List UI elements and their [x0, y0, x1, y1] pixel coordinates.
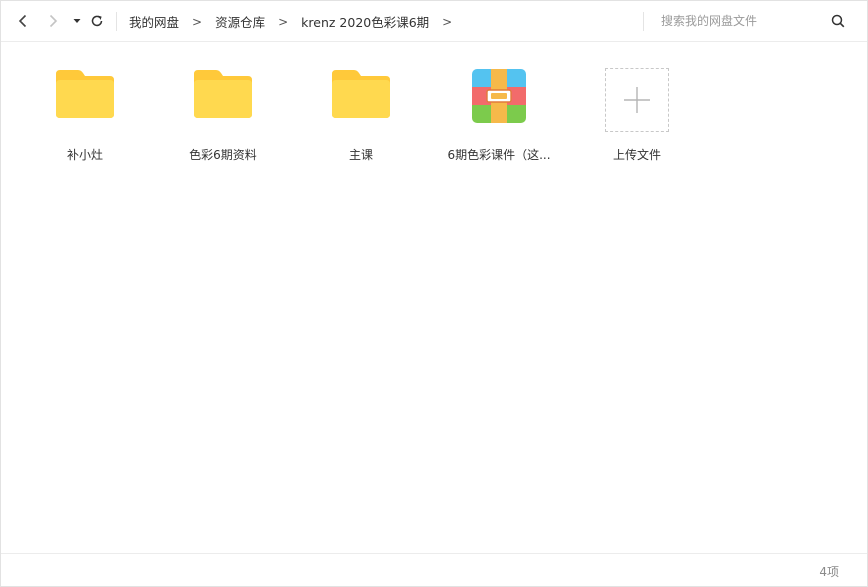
toolbar: 我的网盘 > 资源仓库 > krenz 2020色彩课6期 >: [1, 1, 867, 42]
chevron-right-icon: [49, 14, 58, 28]
breadcrumb-separator: >: [278, 14, 289, 29]
breadcrumb-item-resource-repo[interactable]: 资源仓库: [215, 12, 265, 31]
refresh-icon: [91, 15, 103, 27]
status-bar: 4项: [1, 553, 867, 586]
file-item-folder[interactable]: 补小灶: [25, 68, 145, 173]
file-label: 6期色彩课件（这...: [447, 148, 551, 162]
breadcrumb: 我的网盘 > 资源仓库 > krenz 2020色彩课6期 >: [129, 1, 465, 42]
file-label: 主课: [348, 148, 373, 162]
file-label: 补小灶: [66, 148, 103, 162]
folder-icon: [332, 70, 390, 118]
breadcrumb-item-my-drive[interactable]: 我的网盘: [129, 12, 179, 31]
plus-icon: [624, 87, 650, 113]
upload-dropzone[interactable]: [605, 68, 669, 132]
forward-button[interactable]: [43, 11, 63, 31]
breadcrumb-separator[interactable]: >: [442, 15, 452, 29]
back-button[interactable]: [13, 11, 33, 31]
file-label: 色彩6期资料: [189, 148, 257, 162]
toolbar-divider: [116, 12, 117, 31]
file-item-folder[interactable]: 主课: [301, 68, 421, 173]
archive-icon: [472, 69, 526, 123]
breadcrumb-item-current-folder[interactable]: krenz 2020色彩课6期: [301, 12, 429, 31]
history-dropdown-button[interactable]: [67, 11, 87, 31]
folder-icon: [56, 70, 114, 118]
file-item-archive[interactable]: 6期色彩课件（这...: [439, 68, 559, 173]
folder-icon: [194, 70, 252, 118]
search-button[interactable]: [829, 12, 847, 30]
upload-label: 上传文件: [612, 148, 661, 162]
search-divider: [643, 12, 644, 31]
file-browser-window: 我的网盘 > 资源仓库 > krenz 2020色彩课6期 > 补小灶: [0, 0, 868, 587]
chevron-left-icon: [18, 14, 27, 28]
upload-file-button[interactable]: 上传文件: [577, 68, 697, 173]
refresh-button[interactable]: [87, 11, 107, 31]
item-count: 4项: [819, 565, 839, 579]
file-grid: 补小灶 色彩6期资料 主课 6期色彩课件（这... 上传文件: [1, 43, 867, 553]
breadcrumb-separator: >: [192, 14, 203, 29]
file-item-folder[interactable]: 色彩6期资料: [163, 68, 283, 173]
search-icon: [831, 14, 845, 28]
caret-down-icon: [73, 19, 81, 23]
search-input[interactable]: [651, 10, 821, 32]
